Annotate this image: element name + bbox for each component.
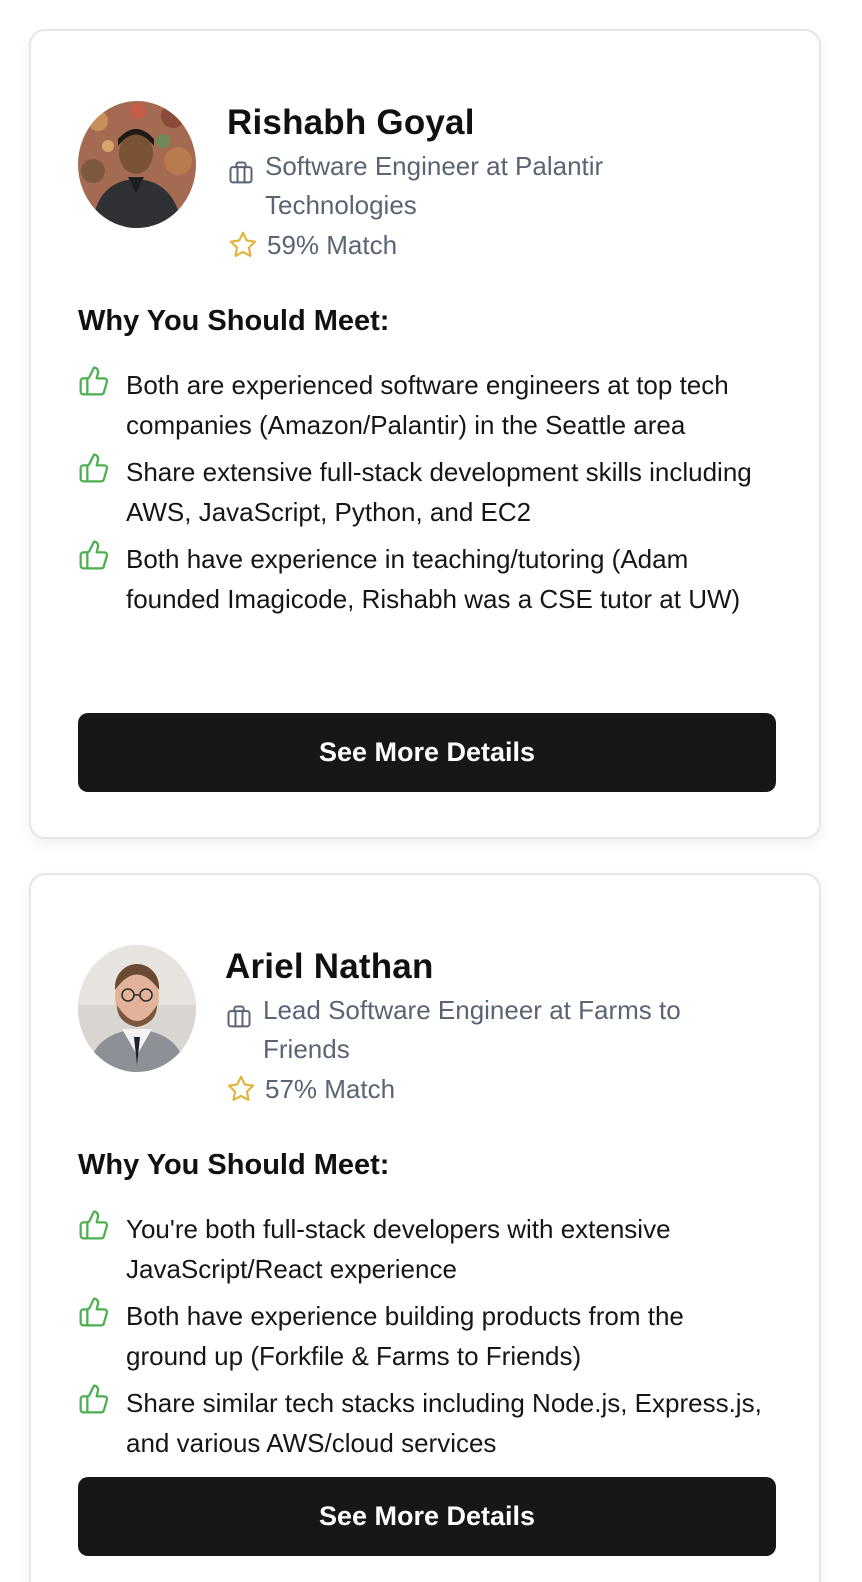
reason-text: Share extensive full-stack development s… (126, 457, 752, 527)
thumbs-up-icon (79, 366, 109, 396)
thumbs-up-icon (79, 540, 109, 570)
see-more-details-button[interactable]: See More Details (78, 1477, 776, 1556)
reason-text: Share similar tech stacks including Node… (126, 1388, 762, 1458)
match-role: Software Engineer at Palantir Technologi… (265, 151, 604, 220)
see-more-details-button[interactable]: See More Details (78, 713, 776, 792)
match-score-row: 57% Match (225, 1069, 705, 1109)
why-meet-heading: Why You Should Meet: (78, 305, 390, 337)
match-name: Rishabh Goyal (227, 103, 475, 142)
thumbs-up-icon (79, 453, 109, 483)
match-card: Ariel Nathan Lead Software Engineer at F… (29, 873, 821, 1582)
role-row: Software Engineer at Palantir Technologi… (227, 147, 707, 225)
match-card: Rishabh Goyal Software Engineer at Palan… (29, 29, 821, 839)
briefcase-icon (227, 1005, 251, 1028)
match-score: 57% Match (265, 1074, 396, 1104)
match-score-row: 59% Match (227, 225, 707, 265)
match-role: Lead Software Engineer at Farms to Frien… (263, 995, 681, 1064)
reason-text: Both are experienced software engineers … (126, 370, 729, 440)
match-score: 59% Match (267, 230, 398, 260)
avatar (78, 101, 196, 228)
briefcase-icon (229, 161, 253, 184)
star-icon (227, 1075, 255, 1101)
thumbs-up-icon (79, 1297, 109, 1327)
reason-list: Both are experienced software engineers … (78, 365, 768, 626)
reason-item: Share similar tech stacks including Node… (78, 1383, 768, 1463)
reason-item: Both are experienced software engineers … (78, 365, 768, 445)
reason-text: Both have experience building products f… (126, 1301, 684, 1371)
why-meet-heading: Why You Should Meet: (78, 1149, 390, 1181)
reason-item: Both have experience building products f… (78, 1296, 768, 1376)
avatar (78, 945, 196, 1072)
match-name: Ariel Nathan (225, 947, 434, 986)
role-row: Lead Software Engineer at Farms to Frien… (225, 991, 705, 1069)
match-info: Rishabh Goyal Software Engineer at Palan… (227, 101, 707, 265)
reason-text: You're both full-stack developers with e… (126, 1214, 671, 1284)
reason-item: Share extensive full-stack development s… (78, 452, 768, 532)
reason-text: Both have experience in teaching/tutorin… (126, 544, 741, 614)
thumbs-up-icon (79, 1384, 109, 1414)
thumbs-up-icon (79, 1210, 109, 1240)
match-info: Ariel Nathan Lead Software Engineer at F… (225, 945, 705, 1109)
match-list: Rishabh Goyal Software Engineer at Palan… (0, 0, 862, 1582)
reason-list: You're both full-stack developers with e… (78, 1209, 768, 1470)
reason-item: Both have experience in teaching/tutorin… (78, 539, 768, 619)
star-icon (229, 231, 257, 257)
reason-item: You're both full-stack developers with e… (78, 1209, 768, 1289)
